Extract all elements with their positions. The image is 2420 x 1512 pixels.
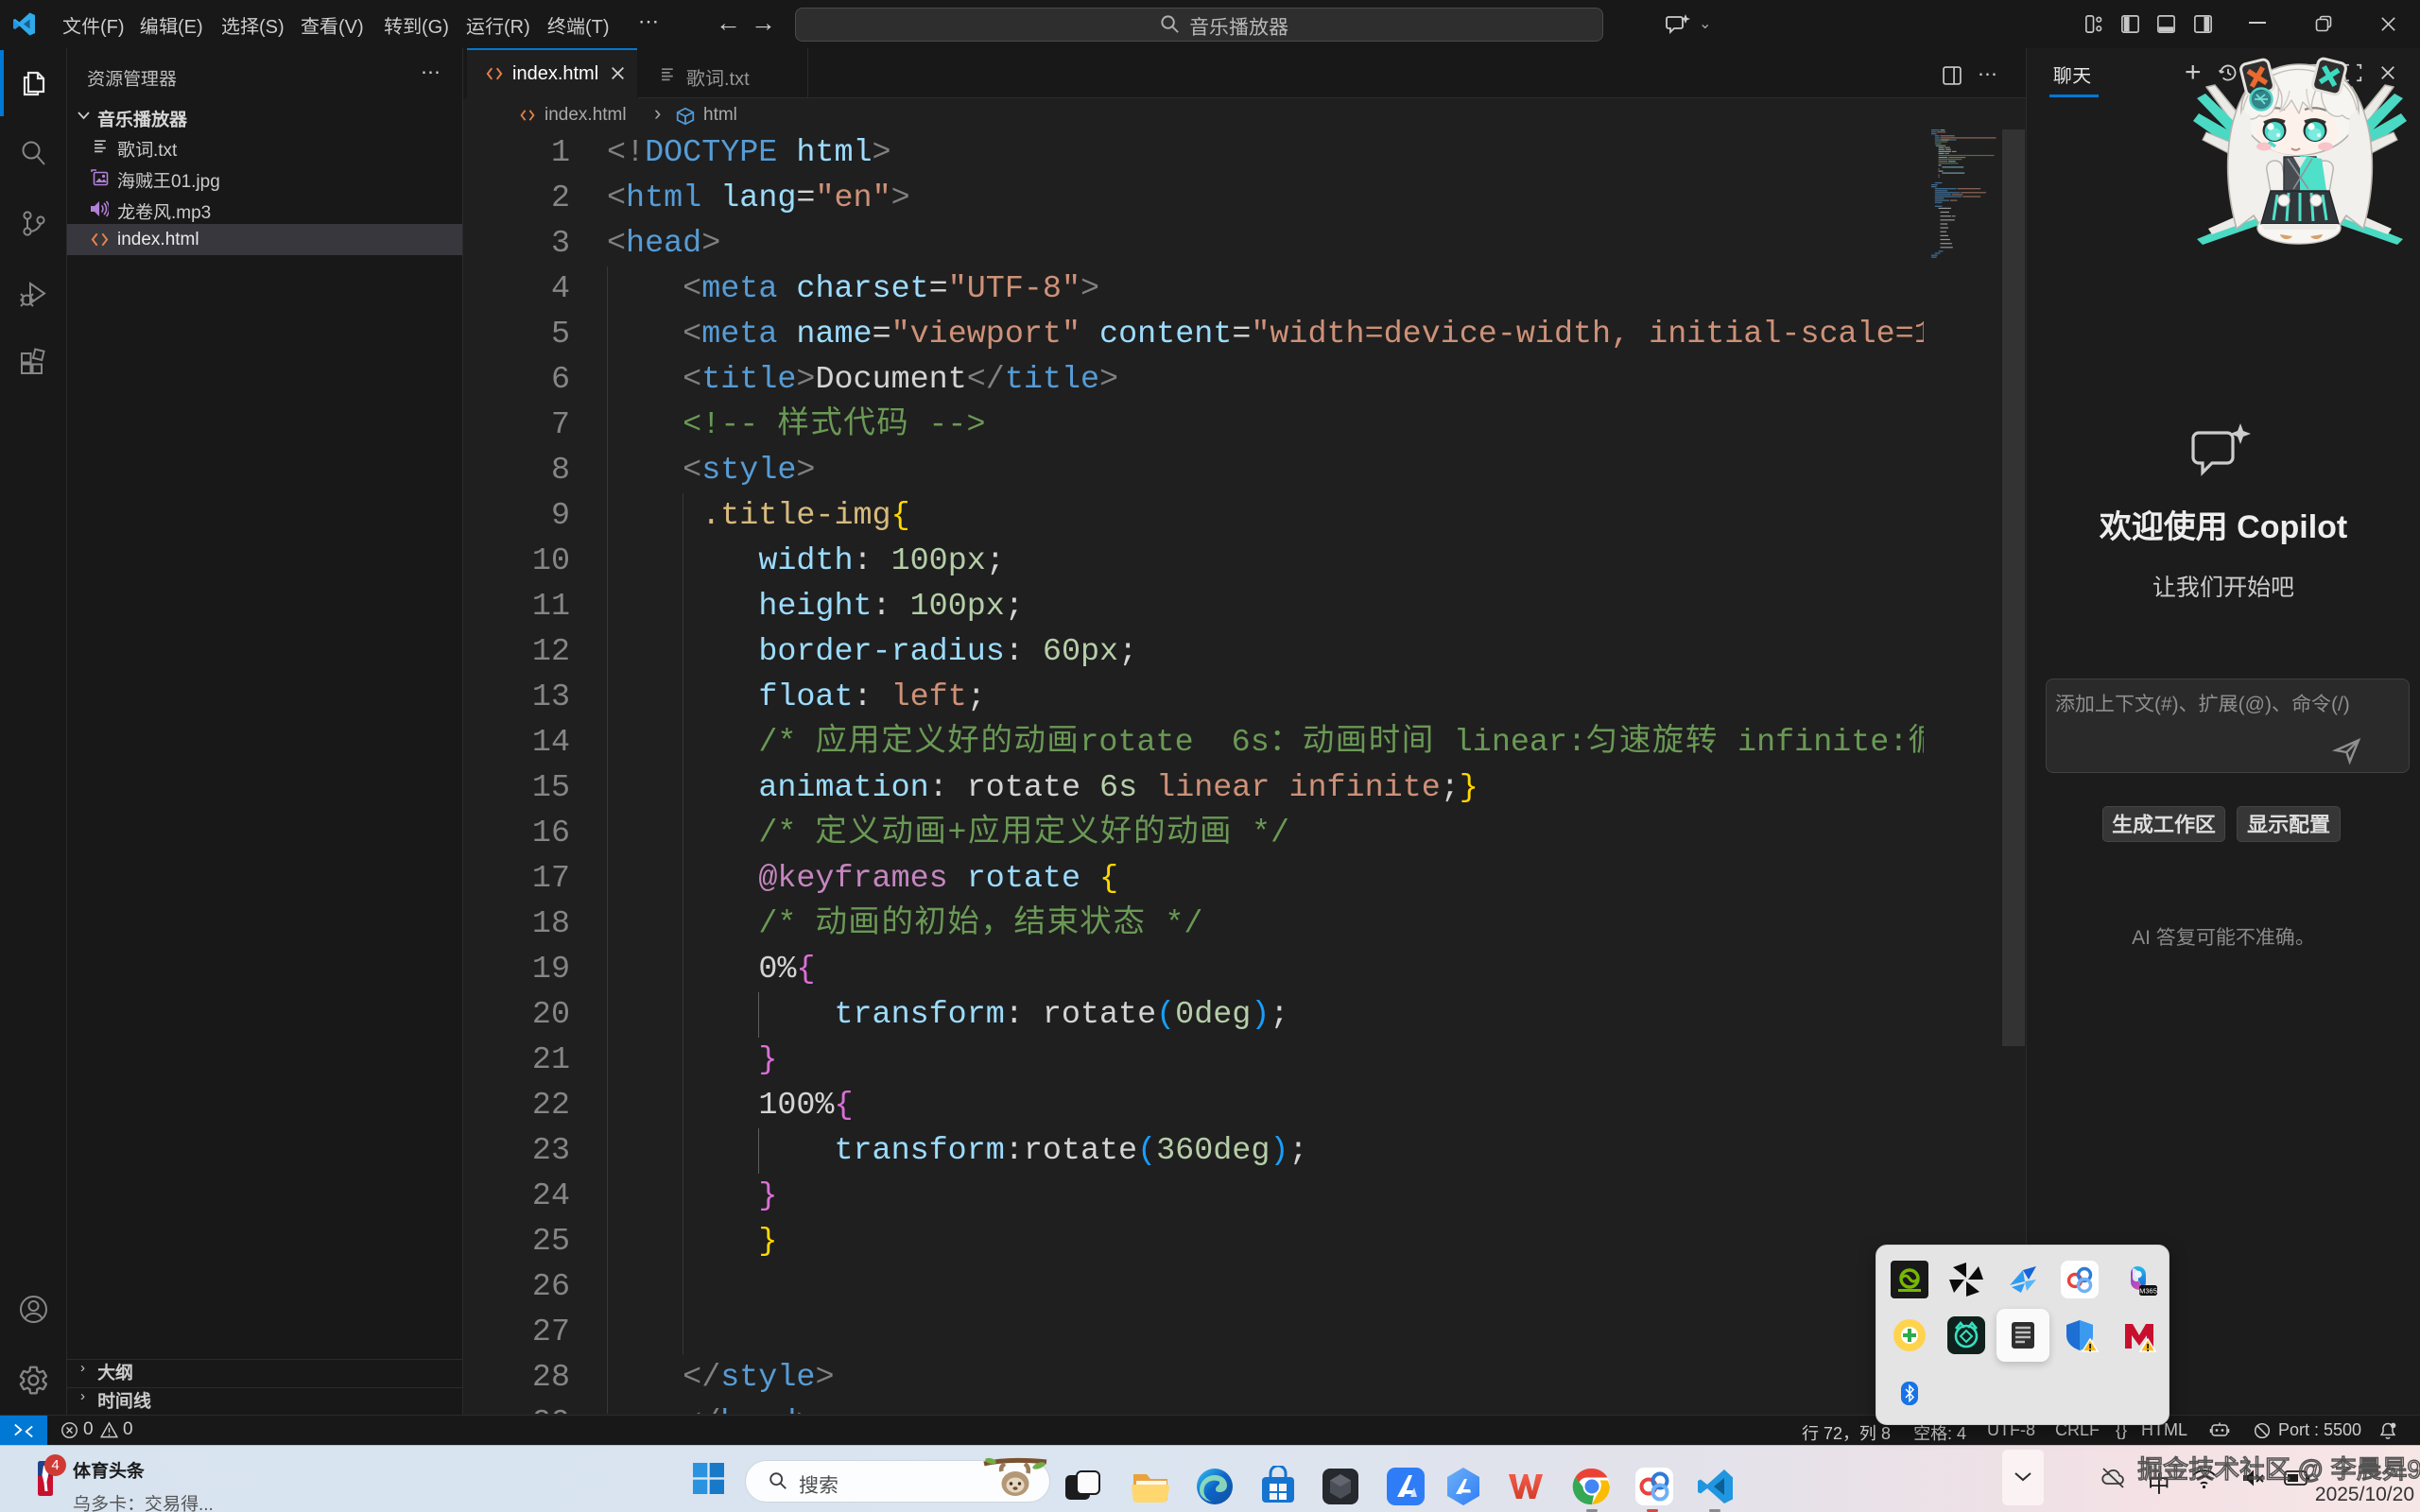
svg-text:M365: M365	[2139, 1287, 2157, 1296]
